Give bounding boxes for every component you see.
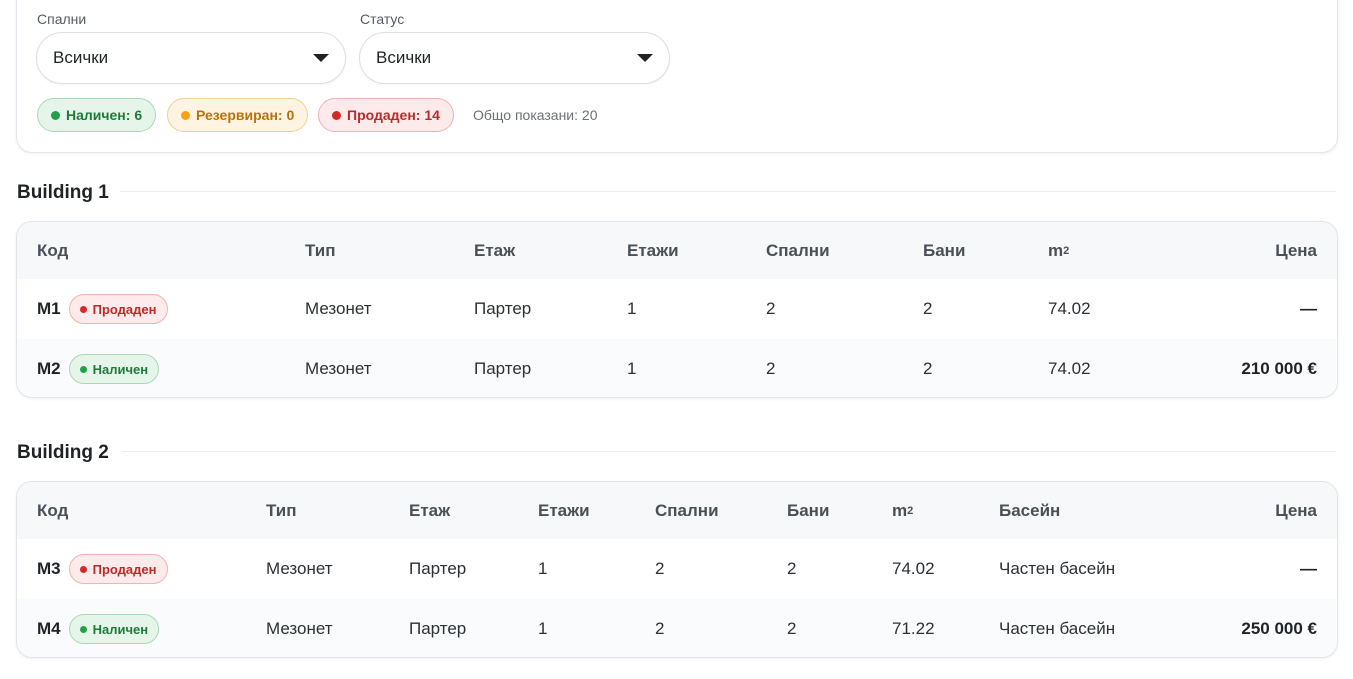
status-dot-icon (51, 110, 60, 120)
table-row[interactable]: M1 Продаден Мезонет Партер 1 2 2 74.02 — (17, 279, 1337, 339)
status-badge: Наличен (68, 354, 160, 384)
section-divider (122, 451, 1336, 452)
filter-panel: Спални Всички Статус Всички Наличен: 6 Р… (16, 0, 1338, 153)
unit-baths: 2 (787, 559, 797, 578)
unit-type: Мезонет (305, 299, 372, 318)
unit-code: M4 Наличен (37, 599, 160, 657)
unit-code: M1 Продаден (37, 279, 168, 339)
unit-baths: 2 (787, 619, 797, 638)
unit-floors: 1 (538, 619, 548, 638)
status-badge: Наличен (68, 614, 160, 644)
column-header-baths: Бани (787, 500, 830, 520)
unit-price: — (1300, 559, 1317, 578)
unit-type: Мезонет (305, 359, 372, 378)
section-divider (120, 191, 1336, 192)
unit-area: 74.02 (1048, 359, 1091, 378)
total-shown-label: Общо показани: 20 (473, 107, 598, 123)
unit-bedrooms: 2 (766, 359, 776, 378)
column-header-floors: Етажи (538, 500, 590, 520)
column-header-type: Тип (266, 500, 297, 520)
status-dot-icon (332, 110, 341, 120)
unit-floor: Партер (409, 559, 467, 578)
column-header-bedrooms: Спални (655, 500, 719, 520)
reserved-count-badge[interactable]: Резервиран: 0 (167, 98, 309, 132)
status-dot-icon (79, 365, 87, 373)
column-header-baths: Бани (923, 240, 966, 260)
available-count-badge[interactable]: Наличен: 6 (37, 98, 157, 132)
table-row[interactable]: M4 Наличен Мезонет Партер 1 2 2 71.22 Ча… (17, 599, 1337, 657)
unit-floors: 1 (538, 559, 548, 578)
caret-down-icon (313, 54, 329, 62)
unit-floor: Партер (474, 359, 532, 378)
column-header-floor: Етаж (474, 240, 516, 260)
status-dot-icon (79, 625, 87, 633)
unit-area: 74.02 (1048, 299, 1091, 318)
sold-count-badge[interactable]: Продаден: 14 (318, 98, 454, 132)
unit-code: M2 Наличен (37, 339, 160, 397)
bedrooms-select[interactable]: Всички (36, 32, 346, 84)
unit-price: 250 000 € (1241, 619, 1317, 638)
column-header-code: Код (37, 500, 69, 520)
table-header: Код Тип Етаж Етажи Спални Бани m2 Басейн… (17, 482, 1337, 539)
caret-down-icon (637, 54, 653, 62)
unit-floors: 1 (627, 359, 637, 378)
building-2-table: Код Тип Етаж Етажи Спални Бани m2 Басейн… (16, 481, 1338, 658)
unit-pool: Частен басейн (999, 619, 1116, 638)
column-header-code: Код (37, 240, 69, 260)
table-row[interactable]: M3 Продаден Мезонет Партер 1 2 2 74.02 Ч… (17, 539, 1337, 599)
column-header-type: Тип (305, 240, 336, 260)
column-header-area: m2 (892, 500, 914, 520)
column-header-pool: Басейн (999, 500, 1061, 520)
unit-floors: 1 (627, 299, 637, 318)
unit-bedrooms: 2 (655, 559, 665, 578)
status-dot-icon (79, 565, 87, 573)
unit-bedrooms: 2 (766, 299, 776, 318)
column-header-price: Цена (1275, 240, 1317, 260)
bedrooms-filter-label: Спални (37, 11, 87, 27)
status-badge: Продаден (68, 554, 168, 584)
unit-type: Мезонет (266, 619, 333, 638)
building-1-title: Building 1 (17, 182, 109, 203)
reserved-count-label: Резервиран: 0 (196, 107, 295, 123)
unit-floor: Партер (409, 619, 467, 638)
unit-baths: 2 (923, 299, 933, 318)
table-row[interactable]: M2 Наличен Мезонет Партер 1 2 2 74.02 21… (17, 339, 1337, 397)
unit-price: 210 000 € (1241, 359, 1317, 378)
status-select[interactable]: Всички (359, 32, 670, 84)
unit-pool: Частен басейн (999, 559, 1116, 578)
unit-code: M3 Продаден (37, 539, 168, 599)
status-dot-icon (79, 305, 87, 313)
unit-price: — (1300, 299, 1317, 318)
column-header-floor: Етаж (409, 500, 451, 520)
status-filter-label: Статус (360, 11, 405, 27)
available-count-label: Наличен: 6 (66, 107, 143, 123)
unit-area: 71.22 (892, 619, 935, 638)
table-header: Код Тип Етаж Етажи Спални Бани m2 Цена (17, 222, 1337, 279)
column-header-floors: Етажи (627, 240, 679, 260)
status-badge: Продаден (68, 294, 168, 324)
status-dot-icon (181, 110, 190, 120)
unit-bedrooms: 2 (655, 619, 665, 638)
column-header-bedrooms: Спални (766, 240, 830, 260)
building-2-title: Building 2 (17, 442, 109, 463)
column-header-area: m2 (1048, 240, 1070, 260)
building-1-table: Код Тип Етаж Етажи Спални Бани m2 Цена M… (16, 221, 1338, 398)
unit-floor: Партер (474, 299, 532, 318)
column-header-price: Цена (1275, 500, 1317, 520)
sold-count-label: Продаден: 14 (347, 107, 440, 123)
status-select-value: Всички (376, 48, 432, 67)
bedrooms-select-value: Всички (53, 48, 109, 67)
unit-baths: 2 (923, 359, 933, 378)
unit-area: 74.02 (892, 559, 935, 578)
unit-type: Мезонет (266, 559, 333, 578)
